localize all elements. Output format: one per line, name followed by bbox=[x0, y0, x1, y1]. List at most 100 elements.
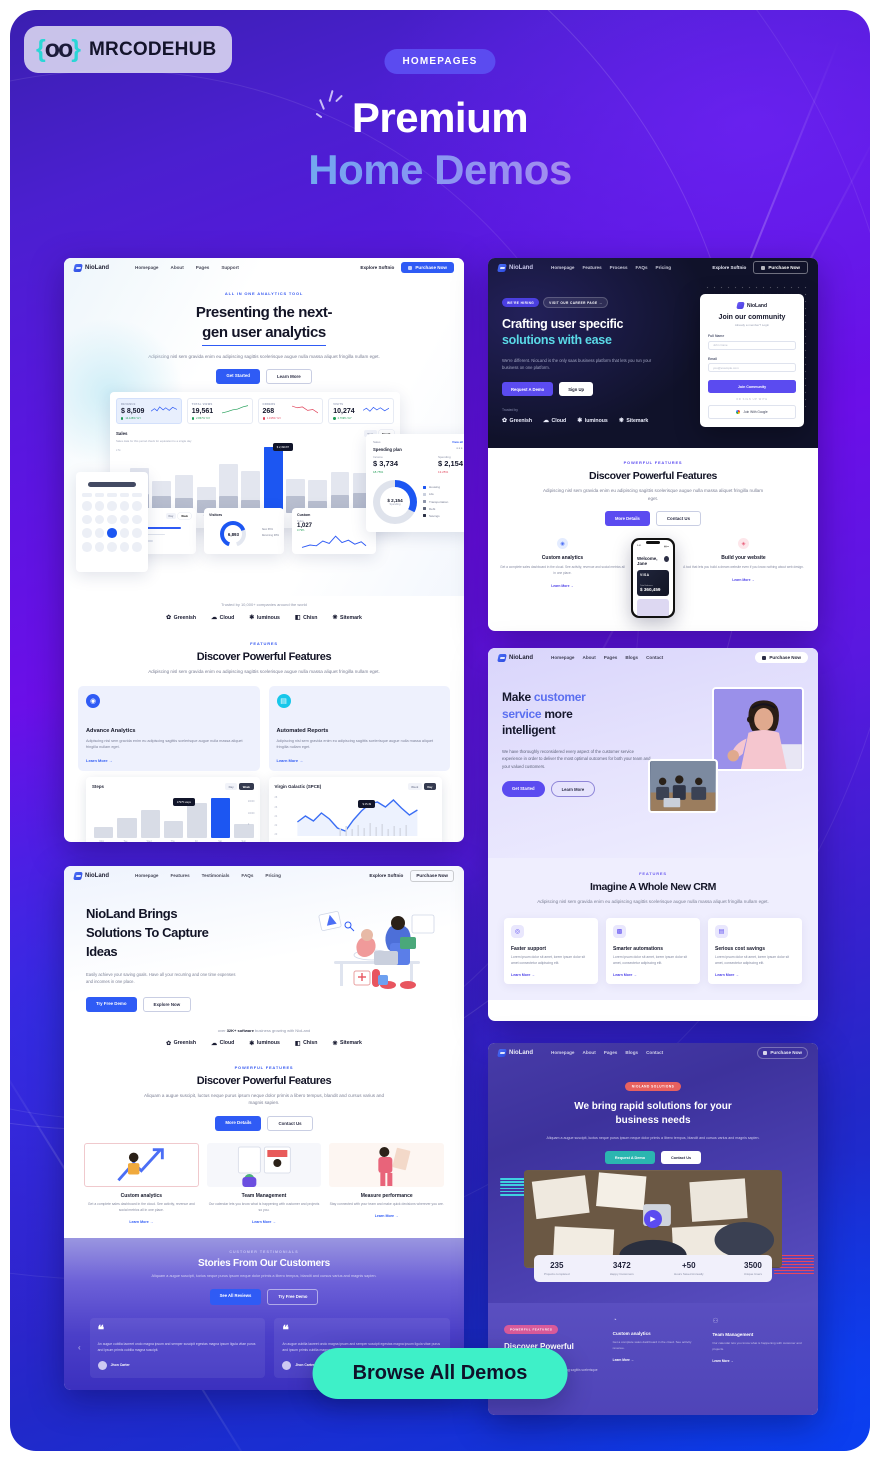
nav-item[interactable]: FAQs bbox=[636, 265, 648, 270]
spending-tabs[interactable]: Sales View all bbox=[373, 440, 463, 444]
nav-links[interactable]: Homepage Features Testimonials FAQs Pric… bbox=[135, 873, 281, 878]
demo-card-capture-ideas[interactable]: NioLand Homepage Features Testimonials F… bbox=[64, 866, 464, 1390]
purchase-now-button[interactable]: Purchase Now bbox=[755, 652, 808, 663]
career-pill[interactable]: VISIT OUR CAREER PAGE → bbox=[543, 297, 609, 308]
contact-us-button[interactable]: Contact Us bbox=[661, 1151, 702, 1165]
join-community-button[interactable]: Join Community bbox=[708, 380, 796, 393]
feature-learn-more[interactable]: Learn More → bbox=[681, 578, 806, 582]
feature-custom-analytics[interactable]: ◉ Custom analytics Get a complete sales … bbox=[500, 538, 625, 588]
nav-item[interactable]: Features bbox=[583, 265, 602, 270]
try-free-demo-button[interactable]: Try Free Demo bbox=[86, 996, 137, 1012]
nav-item[interactable]: Homepage bbox=[135, 265, 159, 270]
nav-item[interactable]: Pages bbox=[604, 1050, 618, 1055]
learn-more-button[interactable]: Learn More bbox=[266, 369, 312, 385]
nav-item[interactable]: Pages bbox=[604, 655, 618, 660]
get-started-button[interactable]: Get Started bbox=[502, 781, 545, 798]
crm-card[interactable]: ▤ Serious cost savings Lorem ipsum dolor… bbox=[708, 917, 802, 985]
feature-build-website[interactable]: ◈ Build your website A tool that lets yo… bbox=[681, 538, 806, 582]
google-signup-button[interactable]: Join With Google bbox=[708, 405, 796, 419]
nav-item[interactable]: Contact bbox=[646, 1050, 663, 1055]
video-thumbnail[interactable]: ▶ bbox=[524, 1170, 782, 1269]
nav-item[interactable]: Homepage bbox=[551, 265, 575, 270]
browse-all-demos-button[interactable]: Browse All Demos bbox=[312, 1348, 568, 1399]
nav-links[interactable]: Homepage About Pages Blogs Contact bbox=[551, 1050, 663, 1055]
purchase-now-button[interactable]: Purchase Now bbox=[401, 262, 454, 273]
learn-more-button[interactable]: Learn More bbox=[550, 781, 596, 798]
crm-card[interactable]: ▩ Smarter automations Lorem ipsum dolor … bbox=[606, 917, 700, 985]
nav-links[interactable]: Homepage About Pages Blogs Contact bbox=[551, 655, 663, 660]
demo-card-customer-service[interactable]: NioLand Homepage About Pages Blogs Conta… bbox=[488, 648, 818, 1021]
feature-learn-more[interactable]: Learn More → bbox=[277, 758, 443, 763]
email-input[interactable]: you@example.com bbox=[708, 363, 796, 372]
mini-nav[interactable]: NioLand Homepage About Pages Blogs Conta… bbox=[488, 648, 818, 667]
nav-item[interactable]: Homepage bbox=[551, 1050, 575, 1055]
demo-card-analytics[interactable]: NioLand Homepage About Pages Support Exp… bbox=[64, 258, 464, 842]
nav-item[interactable]: Process bbox=[610, 265, 628, 270]
nav-item[interactable]: About bbox=[583, 655, 596, 660]
feature-learn-more[interactable]: Learn More → bbox=[86, 758, 252, 763]
nav-item[interactable]: Contact bbox=[646, 655, 663, 660]
signup-login-link[interactable]: Already a member? Login bbox=[708, 323, 796, 327]
fullname-input[interactable]: John Cane bbox=[708, 340, 796, 350]
nav-item[interactable]: Support bbox=[221, 265, 239, 270]
nav-item[interactable]: About bbox=[171, 265, 184, 270]
spending-view-all[interactable]: View all bbox=[452, 440, 463, 444]
see-all-reviews-button[interactable]: See All Reviews bbox=[209, 1288, 262, 1305]
more-options-icon[interactable]: ••• bbox=[456, 446, 463, 452]
nav-explore-link[interactable]: Explore Softnio bbox=[369, 873, 403, 878]
feature-learn-more[interactable]: Learn More → bbox=[613, 1358, 703, 1362]
nav-item[interactable]: FAQs bbox=[241, 873, 253, 878]
feature-item[interactable]: ⚇ Team Management Our calendar lets you … bbox=[712, 1317, 802, 1397]
feature-learn-more[interactable]: Learn More → bbox=[712, 1359, 802, 1363]
mini-nav[interactable]: NioLand Homepage Features Process FAQs P… bbox=[488, 258, 818, 277]
feature-learn-more[interactable]: Learn More → bbox=[84, 1220, 199, 1224]
nav-explore-link[interactable]: Explore Softnio bbox=[360, 265, 394, 270]
feature-item[interactable]: Custom analytics Get a complete sales da… bbox=[84, 1142, 199, 1224]
mini-nav[interactable]: NioLand Homepage About Pages Blogs Conta… bbox=[488, 1043, 818, 1062]
nav-item[interactable]: Pricing bbox=[265, 873, 281, 878]
feature-learn-more[interactable]: Learn More → bbox=[207, 1220, 322, 1224]
more-details-button[interactable]: More Details bbox=[604, 511, 650, 527]
purchase-now-button[interactable]: Purchase Now bbox=[410, 869, 454, 882]
feature-item[interactable]: Team Management Our calendar lets you kn… bbox=[206, 1142, 322, 1224]
feature-item[interactable]: ◔ Custom analytics Get a complete sales … bbox=[613, 1317, 703, 1397]
nav-item[interactable]: Pricing bbox=[656, 265, 672, 270]
signup-form-card[interactable]: NioLand Join our community Already a mem… bbox=[700, 294, 804, 427]
nav-explore-link[interactable]: Explore Softnio bbox=[712, 265, 746, 270]
spce-toggle[interactable]: Week Day bbox=[407, 783, 436, 791]
request-demo-button[interactable]: Request A Demo bbox=[604, 1151, 656, 1165]
crm-card[interactable]: ◎ Faster support Lorem ipsum dolor sit a… bbox=[504, 917, 598, 985]
nav-item[interactable]: Pages bbox=[196, 265, 210, 270]
demo-card-community[interactable]: NioLand Homepage Features Process FAQs P… bbox=[488, 258, 818, 631]
signup-button[interactable]: Sign Up bbox=[559, 382, 594, 397]
crm-learn-more[interactable]: Learn More → bbox=[715, 973, 795, 977]
feature-card[interactable]: ▤ Automated Reports Adipiscing nisl sem … bbox=[268, 685, 450, 772]
contact-us-button[interactable]: Contact Us bbox=[655, 511, 702, 527]
try-free-demo-button[interactable]: Try Free Demo bbox=[267, 1288, 319, 1305]
hiring-pills[interactable]: WE'RE HIRING VISIT OUR CAREER PAGE → bbox=[502, 297, 668, 308]
calculator-keys[interactable] bbox=[82, 493, 142, 552]
brand-logo[interactable]: {oo} MRCODEHUB bbox=[24, 26, 233, 73]
feature-card[interactable]: ◉ Advance Analytics Adipiscing nisl sem … bbox=[78, 685, 260, 772]
request-demo-button[interactable]: Request A Demo bbox=[502, 382, 554, 397]
nav-item[interactable]: Testimonials bbox=[202, 873, 230, 878]
contact-us-button[interactable]: Contact Us bbox=[267, 1115, 313, 1131]
crm-learn-more[interactable]: Learn More → bbox=[511, 973, 591, 977]
feature-learn-more[interactable]: Learn More → bbox=[329, 1214, 444, 1218]
spending-tab-sales[interactable]: Sales bbox=[373, 440, 381, 444]
play-button-icon[interactable]: ▶ bbox=[644, 1210, 662, 1229]
purchase-now-button[interactable]: Purchase Now bbox=[757, 1046, 808, 1059]
get-started-button[interactable]: Get Started bbox=[216, 369, 260, 385]
crm-learn-more[interactable]: Learn More → bbox=[613, 973, 693, 977]
mini-nav[interactable]: NioLand Homepage Features Testimonials F… bbox=[64, 866, 464, 885]
nav-item[interactable]: About bbox=[583, 1050, 596, 1055]
nav-item[interactable]: Features bbox=[171, 873, 190, 878]
carousel-prev-icon[interactable]: ‹ bbox=[78, 1343, 81, 1352]
feature-item[interactable]: Measure performance Stay connected with … bbox=[329, 1142, 445, 1224]
nav-item[interactable]: Homepage bbox=[551, 655, 575, 660]
nav-links[interactable]: Homepage About Pages Support bbox=[135, 265, 239, 270]
nav-item[interactable]: Homepage bbox=[135, 873, 159, 878]
feature-learn-more[interactable]: Learn More → bbox=[500, 584, 625, 588]
hiring-pill[interactable]: WE'RE HIRING bbox=[502, 298, 540, 307]
nav-item[interactable]: Blogs bbox=[625, 655, 638, 660]
